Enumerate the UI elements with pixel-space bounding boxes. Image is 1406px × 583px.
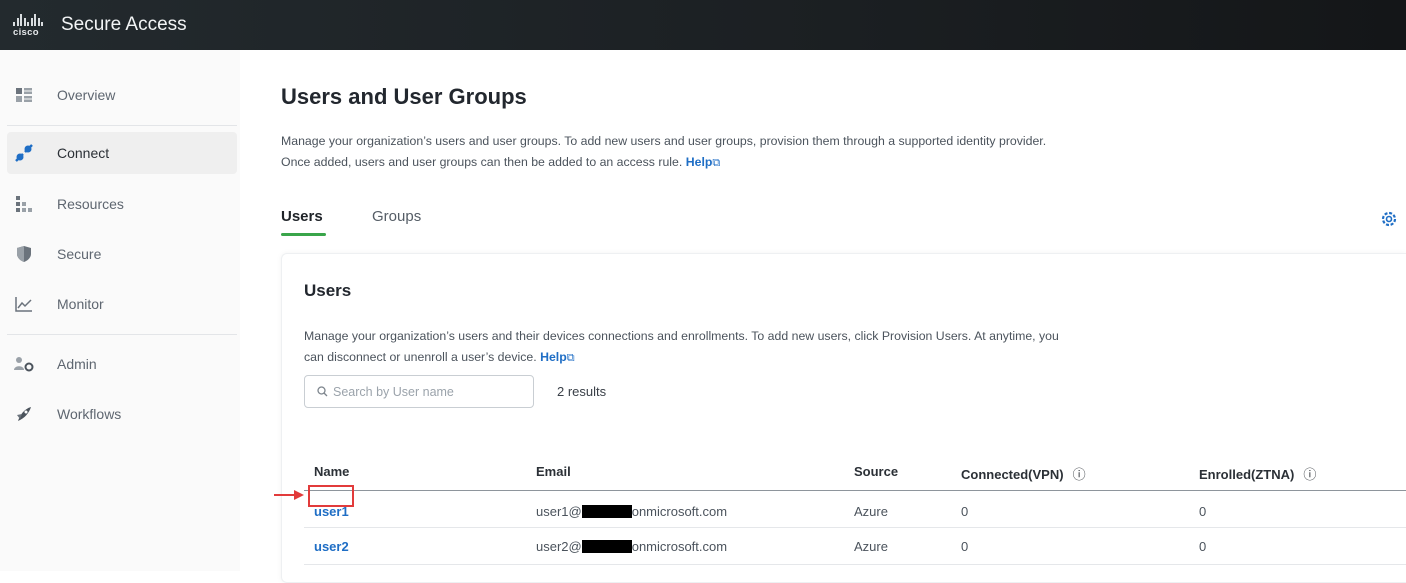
card-description: Manage your organization’s users and the… [304, 326, 1204, 369]
info-icon[interactable]: ⓘ [1303, 467, 1316, 482]
row-divider [304, 527, 1406, 528]
column-header-source[interactable]: Source [854, 464, 898, 479]
active-tab-indicator [281, 233, 326, 236]
sidebar: Overview Connect Resources Secure Monito… [0, 50, 240, 571]
sidebar-item-label: Secure [57, 246, 102, 262]
sidebar-item-admin[interactable]: Admin [7, 343, 237, 385]
tab-users[interactable]: Users [281, 208, 323, 225]
sidebar-item-label: Workflows [57, 406, 122, 422]
sidebar-item-resources[interactable]: Resources [7, 183, 237, 225]
column-header-enrolled[interactable]: Enrolled(ZTNA) ⓘ [1199, 464, 1316, 483]
workflows-icon [13, 403, 35, 425]
page-description: Manage your organization’s users and use… [281, 131, 1281, 174]
card-description-text: can disconnect or unenroll a user’s devi… [304, 350, 537, 364]
help-link[interactable]: Help⧉ [540, 350, 575, 364]
card-title: Users [304, 281, 352, 300]
user-connected: 0 [961, 539, 969, 554]
overview-icon [13, 84, 35, 106]
help-link[interactable]: Help⧉ [686, 155, 721, 169]
sidebar-item-label: Overview [57, 87, 116, 103]
users-card: Users Manage your organization’s users a… [281, 253, 1406, 583]
external-link-icon: ⧉ [712, 157, 721, 169]
search-input[interactable] [333, 384, 523, 399]
user-email: user2@ onmicrosoft.com [536, 539, 727, 554]
cisco-logo[interactable]: cisco [13, 10, 43, 40]
monitor-icon [13, 293, 35, 315]
sidebar-item-label: Connect [57, 145, 110, 161]
user-connected: 0 [961, 504, 969, 519]
page-title: Users and User Groups [281, 84, 527, 109]
top-bar: cisco Secure Access [0, 0, 1406, 50]
admin-icon [13, 353, 35, 375]
column-header-name[interactable]: Name [314, 464, 349, 479]
card-description-line: can disconnect or unenroll a user’s devi… [304, 347, 1204, 369]
main-content: Users and User Groups Manage your organi… [240, 50, 1406, 583]
sidebar-item-label: Monitor [57, 296, 104, 312]
column-header-connected[interactable]: Connected(VPN) ⓘ [961, 464, 1086, 483]
email-prefix: user2@ [536, 539, 582, 554]
results-count: 2 results [557, 384, 607, 399]
user-email: user1@ onmicrosoft.com [536, 504, 727, 519]
search-field[interactable] [304, 375, 534, 408]
sidebar-divider [7, 334, 237, 335]
row-divider [304, 564, 1406, 565]
user-enrolled: 0 [1199, 539, 1207, 554]
external-link-icon: ⧉ [566, 352, 575, 364]
sidebar-item-connect[interactable]: Connect [7, 132, 237, 174]
column-header-email[interactable]: Email [536, 464, 571, 479]
sidebar-divider [7, 125, 237, 126]
column-header-label: Connected(VPN) [961, 467, 1064, 482]
cisco-wordmark: cisco [13, 27, 39, 38]
sidebar-item-workflows[interactable]: Workflows [7, 393, 237, 435]
email-suffix: onmicrosoft.com [631, 504, 728, 519]
sidebar-item-label: Admin [57, 356, 97, 372]
email-suffix: onmicrosoft.com [631, 539, 728, 554]
redacted-block [581, 505, 632, 518]
page-description-text: Once added, users and user groups can th… [281, 155, 683, 169]
shield-icon [13, 243, 35, 265]
help-link-label: Help [540, 350, 567, 364]
help-link-label: Help [685, 155, 713, 169]
user-source: Azure [854, 539, 888, 554]
user-name-link[interactable]: user2 [314, 539, 349, 554]
highlight-box [308, 485, 354, 507]
annotation-arrow-icon [274, 490, 304, 500]
tab-groups[interactable]: Groups [372, 208, 421, 225]
app-title: Secure Access [61, 14, 187, 35]
connect-icon [13, 142, 35, 164]
sidebar-item-monitor[interactable]: Monitor [7, 283, 237, 325]
gear-icon[interactable] [1380, 210, 1398, 228]
column-header-label: Enrolled(ZTNA) [1199, 467, 1295, 482]
sidebar-item-label: Resources [57, 196, 124, 212]
email-prefix: user1@ [536, 504, 582, 519]
info-icon[interactable]: ⓘ [1073, 467, 1086, 482]
cisco-logo-bars [13, 14, 43, 26]
search-icon [317, 386, 328, 397]
sidebar-item-overview[interactable]: Overview [7, 74, 237, 116]
redacted-block [581, 540, 632, 553]
page-description-line: Manage your organization’s users and use… [281, 134, 1047, 148]
table-header-divider [304, 490, 1406, 491]
page-description-line: Once added, users and user groups can th… [281, 152, 1281, 174]
resources-icon [13, 193, 35, 215]
user-source: Azure [854, 504, 888, 519]
card-description-line: Manage your organization’s users and the… [304, 329, 1059, 343]
sidebar-item-secure[interactable]: Secure [7, 233, 237, 275]
user-enrolled: 0 [1199, 504, 1207, 519]
